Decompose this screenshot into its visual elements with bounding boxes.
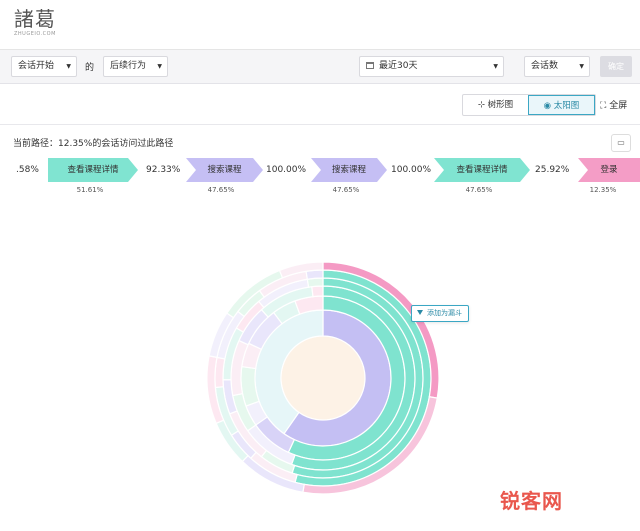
comment-icon: ▭ <box>617 138 625 147</box>
path-step-4[interactable]: 查看课程详情 <box>434 158 530 182</box>
fullscreen-icon: ⛶ <box>600 101 607 111</box>
top-bar: 諸葛 ZHUGEIO.COM <box>0 0 640 50</box>
comment-button[interactable]: ▭ <box>611 134 631 152</box>
caret-down-icon: ▼ <box>493 63 498 70</box>
divider <box>0 124 640 125</box>
metric-select[interactable]: 会话数 ▼ <box>524 56 590 77</box>
view-toggle: ⊹ 树形图 ◉ 太阳图 <box>462 94 596 116</box>
add-funnel-tooltip[interactable]: 添加为漏斗 <box>411 305 469 322</box>
path-step-3[interactable]: 搜索课程 <box>311 158 387 182</box>
logo-text: 諸葛 <box>14 7 56 31</box>
filter-bar: 会话开始 ▼ 的 后续行为 ▼ 最近30天 ▼ 会话数 ▼ 确定 <box>0 50 640 84</box>
tree-view-button[interactable]: ⊹ 树形图 <box>463 95 528 115</box>
add-funnel-label: 添加为漏斗 <box>427 309 462 317</box>
path-step-5[interactable]: 登录 <box>578 158 640 182</box>
sunburst-view-label: 太阳图 <box>553 101 580 111</box>
caret-down-icon: ▼ <box>66 63 71 70</box>
date-range-select[interactable]: 最近30天 ▼ <box>359 56 504 77</box>
start-event-value: 会话开始 <box>18 61 55 71</box>
behavior-select[interactable]: 后续行为 ▼ <box>103 56 168 77</box>
connector-label: 的 <box>85 63 95 73</box>
logo[interactable]: 諸葛 ZHUGEIO.COM <box>14 8 56 37</box>
sunburst-icon: ◉ <box>543 101 552 111</box>
behavior-value: 后续行为 <box>110 61 147 71</box>
calendar-icon <box>366 62 374 69</box>
path-step-2-pct: 100.00% <box>266 165 307 175</box>
view-bar: ⊹ 树形图 ◉ 太阳图 ⛶ 全屏 <box>0 84 640 124</box>
start-event-select[interactable]: 会话开始 ▼ <box>11 56 77 77</box>
fullscreen-label: 全屏 <box>609 101 628 111</box>
path-step-2-sub: 47.65% <box>207 186 235 194</box>
confirm-button[interactable]: 确定 <box>600 56 632 77</box>
path-step-1[interactable]: 查看课程详情 <box>48 158 138 182</box>
sunburst-segment[interactable] <box>311 285 324 298</box>
path-step-4-pct: 25.92% <box>535 165 570 175</box>
path-step-5-sub: 12.35% <box>589 186 617 194</box>
path-step-1-sub: 51.61% <box>76 186 104 194</box>
fullscreen-button[interactable]: ⛶ 全屏 <box>600 98 627 111</box>
tree-view-label: 树形图 <box>487 100 514 110</box>
path-step-3-pct: 100.00% <box>391 165 432 175</box>
path-step-2[interactable]: 搜索课程 <box>186 158 263 182</box>
logo-subtext: ZHUGEIO.COM <box>14 31 56 37</box>
path-step-3-sub: 47.65% <box>332 186 360 194</box>
path-step-4-sub: 47.65% <box>465 186 493 194</box>
caret-down-icon: ▼ <box>157 63 162 70</box>
path-step-1-pct: 92.33% <box>146 165 181 175</box>
current-path-label: 当前路径：12.35%的会话访问过此路径 <box>13 139 174 149</box>
funnel-icon <box>417 310 423 315</box>
watermark: 锐客网 <box>500 489 563 513</box>
date-range-value: 最近30天 <box>379 61 418 71</box>
sunburst-view-button[interactable]: ◉ 太阳图 <box>528 95 595 115</box>
metric-value: 会话数 <box>531 61 559 71</box>
tree-icon: ⊹ <box>477 100 485 110</box>
caret-down-icon: ▼ <box>579 63 584 70</box>
path-lead-pct: .58% <box>16 165 39 175</box>
